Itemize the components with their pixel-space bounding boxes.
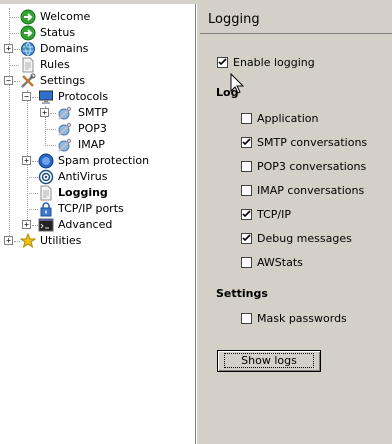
- tree-item-label: Domains: [40, 42, 89, 55]
- tree-item-smtp[interactable]: SMTP: [56, 105, 186, 121]
- pop3-conversations-checkbox[interactable]: [241, 161, 252, 172]
- tree-item-label: IMAP: [78, 138, 105, 151]
- logging-settings-panel: Logging Enable logging Log Application S…: [200, 4, 392, 444]
- imap-conversations-label: IMAP conversations: [257, 184, 365, 197]
- tree-item-label: Utilities: [40, 234, 82, 247]
- expand-domains-button[interactable]: +: [4, 44, 13, 53]
- tree-connector: [45, 145, 56, 146]
- document-icon: [22, 57, 34, 73]
- collapse-settings-button[interactable]: −: [4, 76, 13, 85]
- expand-spam-protection-button[interactable]: +: [22, 156, 31, 165]
- tree-connector: [9, 17, 19, 18]
- application-checkbox[interactable]: [241, 113, 252, 124]
- monitor-icon: [39, 90, 53, 104]
- tree-item-tcpip-ports[interactable]: TCP/IP ports: [38, 201, 188, 217]
- tree-item-spam-protection[interactable]: Spam protection: [38, 153, 188, 169]
- tree-connector: [45, 129, 56, 130]
- document-icon: [40, 185, 52, 201]
- target-icon: [38, 169, 54, 185]
- tree-item-label: Spam protection: [58, 154, 150, 167]
- tree-item-label: AntiVirus: [58, 170, 108, 183]
- debug-messages-label: Debug messages: [257, 232, 352, 245]
- tree-connector: [9, 33, 19, 34]
- green-arrow-icon: [20, 9, 36, 25]
- expand-utilities-button[interactable]: +: [4, 236, 13, 245]
- tree-item-label: TCP/IP ports: [58, 202, 124, 215]
- navigation-tree: + − − + + + + Welcome Status Domains Rul…: [0, 4, 196, 444]
- console-icon: [38, 218, 54, 232]
- tree-item-welcome[interactable]: Welcome: [20, 9, 180, 25]
- tree-item-label: Rules: [40, 58, 70, 71]
- tree-item-label: Status: [40, 26, 76, 39]
- checkmark-icon: [242, 138, 251, 146]
- checkmark-icon: [218, 58, 227, 66]
- tree-connector: [27, 209, 38, 210]
- lock-icon: [40, 202, 52, 217]
- protocol-icon: [58, 106, 72, 120]
- tree-item-imap[interactable]: IMAP: [56, 137, 186, 153]
- tree-item-label: Advanced: [58, 218, 113, 231]
- panel-header: Logging: [200, 4, 392, 34]
- expand-advanced-button[interactable]: +: [22, 220, 31, 229]
- debug-messages-checkbox[interactable]: [241, 233, 252, 244]
- tree-item-rules[interactable]: Rules: [20, 57, 180, 73]
- tree-connector: [9, 65, 19, 66]
- globe-icon: [21, 42, 35, 56]
- tree-item-antivirus[interactable]: AntiVirus: [38, 169, 188, 185]
- protocol-icon: [58, 122, 72, 136]
- tools-icon: [21, 73, 36, 88]
- tree-item-label: Settings: [40, 74, 86, 87]
- tree-connector: [27, 177, 38, 178]
- awstats-checkbox[interactable]: [241, 257, 252, 268]
- tree-item-settings[interactable]: Settings: [20, 73, 180, 89]
- tree-item-protocols[interactable]: Protocols: [38, 89, 188, 105]
- green-arrow-icon: [20, 25, 36, 41]
- smtp-conversations-checkbox[interactable]: [241, 137, 252, 148]
- tcpip-label: TCP/IP: [257, 208, 291, 221]
- tree-item-label: POP3: [78, 122, 107, 135]
- star-icon: [20, 233, 36, 249]
- tree-connector: [27, 193, 38, 194]
- imap-conversations-checkbox[interactable]: [241, 185, 252, 196]
- blue-circle-icon: [38, 153, 54, 169]
- tree-item-status[interactable]: Status: [20, 25, 180, 41]
- enable-logging-label: Enable logging: [233, 56, 315, 69]
- mouse-cursor-icon: [230, 73, 244, 94]
- tree-item-label: Logging: [58, 186, 108, 199]
- pop3-conversations-label: POP3 conversations: [257, 160, 367, 173]
- smtp-conversations-label: SMTP conversations: [257, 136, 368, 149]
- tree-item-label: SMTP: [78, 106, 108, 119]
- expand-smtp-button[interactable]: +: [40, 108, 49, 117]
- enable-logging-checkbox[interactable]: [217, 57, 228, 68]
- mask-passwords-label: Mask passwords: [257, 312, 347, 325]
- tree-item-pop3[interactable]: POP3: [56, 121, 186, 137]
- tree-item-logging[interactable]: Logging: [38, 185, 188, 201]
- application-label: Application: [257, 112, 319, 125]
- show-logs-label: Show logs: [224, 353, 314, 368]
- tree-item-utilities[interactable]: Utilities: [20, 233, 180, 249]
- tree-item-label: Protocols: [58, 90, 109, 103]
- tree-item-label: Welcome: [40, 10, 91, 23]
- settings-section-heading: Settings: [216, 287, 268, 300]
- awstats-label: AWStats: [257, 256, 303, 269]
- protocol-icon: [58, 138, 72, 152]
- tree-item-advanced[interactable]: Advanced: [38, 217, 188, 233]
- mask-passwords-checkbox[interactable]: [241, 313, 252, 324]
- checkmark-icon: [242, 210, 251, 218]
- checkmark-icon: [242, 234, 251, 242]
- page-title: Logging: [208, 12, 260, 27]
- collapse-protocols-button[interactable]: −: [22, 92, 31, 101]
- show-logs-button[interactable]: Show logs: [217, 350, 321, 372]
- tree-item-domains[interactable]: Domains: [20, 41, 180, 57]
- tcpip-checkbox[interactable]: [241, 209, 252, 220]
